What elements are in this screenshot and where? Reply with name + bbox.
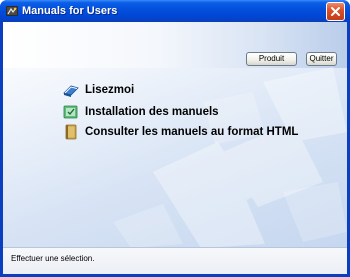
app-window: Manuals for Users Produit Quitter Lisezm… xyxy=(0,0,350,277)
status-bar: Effectuer une sélection. xyxy=(3,248,347,274)
app-icon xyxy=(5,4,19,18)
menu-item-label: Lisezmoi xyxy=(85,84,135,96)
status-text: Effectuer une sélection. xyxy=(11,254,95,263)
window-title: Manuals for Users xyxy=(22,5,118,17)
product-button[interactable]: Produit xyxy=(246,52,297,66)
menu-item-readme[interactable]: Lisezmoi xyxy=(63,82,183,98)
book-icon xyxy=(63,124,79,140)
install-icon xyxy=(63,104,79,120)
close-button[interactable] xyxy=(326,2,345,21)
title-bar[interactable]: Manuals for Users xyxy=(0,0,350,22)
menu-item-html-manuals[interactable]: Consulter les manuels au format HTML xyxy=(63,124,303,140)
menu-item-label: Installation des manuels xyxy=(85,106,219,118)
quit-button[interactable]: Quitter xyxy=(306,52,337,66)
menu-item-install-manuals[interactable]: Installation des manuels xyxy=(63,104,223,120)
main-panel: Produit Quitter Lisezmoi Installation de… xyxy=(3,22,347,274)
readme-icon xyxy=(63,82,79,98)
menu-item-label: Consulter les manuels au format HTML xyxy=(85,126,299,138)
